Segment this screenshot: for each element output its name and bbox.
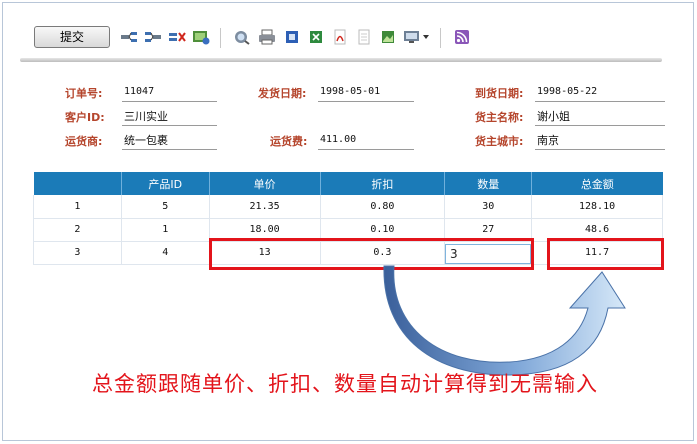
unit-price-cell[interactable]: 21.35 <box>209 195 321 219</box>
order-no-value: 11047 <box>124 86 155 97</box>
toolbar-separator <box>220 28 221 48</box>
excel-export-icon[interactable] <box>307 28 325 46</box>
header-product-id: 产品ID <box>121 172 210 195</box>
customer-id-label: 客户ID: <box>65 111 105 124</box>
arrive-date-label: 到货日期: <box>475 87 524 100</box>
product-id-cell[interactable]: 1 <box>121 218 210 242</box>
insert-row-icon[interactable] <box>144 28 162 46</box>
rss-icon[interactable] <box>453 28 471 46</box>
ship-date-value: 1998-05-01 <box>320 86 381 97</box>
freight-value[interactable]: 411.00 <box>320 134 356 145</box>
owner-name-label: 货主名称: <box>475 111 524 124</box>
toolbar-divider <box>20 58 662 62</box>
quantity-cell[interactable]: 30 <box>444 195 533 219</box>
owner-city-value[interactable]: 南京 <box>537 132 559 148</box>
customer-id-value[interactable]: 三川实业 <box>124 108 168 124</box>
submit-button[interactable]: 提交 <box>34 26 110 48</box>
toolbar: 提交 <box>20 22 660 54</box>
product-id-cell[interactable]: 5 <box>121 195 210 219</box>
arrive-date-underline <box>535 101 665 102</box>
ship-date-underline <box>318 101 414 102</box>
image-icon[interactable] <box>192 28 210 46</box>
shipper-value[interactable]: 统一包裹 <box>124 132 168 148</box>
shipper-underline <box>122 149 217 150</box>
shipper-label: 运货商: <box>65 135 103 148</box>
product-id-cell[interactable]: 4 <box>121 241 210 265</box>
owner-name-value[interactable]: 谢小姐 <box>537 108 570 124</box>
freight-underline <box>318 149 414 150</box>
email-export-icon[interactable] <box>403 28 431 46</box>
table-header-row: 产品ID 单价 折扣 数量 总金额 <box>33 172 663 195</box>
preview-icon[interactable] <box>233 28 251 46</box>
picture-export-icon[interactable] <box>379 28 397 46</box>
owner-city-underline <box>535 149 665 150</box>
table-row: 1 5 21.35 0.80 30 128.10 <box>33 195 663 219</box>
header-row-no <box>33 172 122 195</box>
owner-city-label: 货主城市: <box>475 135 524 148</box>
ship-date-label: 发货日期: <box>258 87 307 100</box>
delete-row-icon[interactable] <box>168 28 186 46</box>
customer-id-underline <box>122 125 217 126</box>
row-no-cell: 1 <box>33 195 122 219</box>
header-total: 总金额 <box>531 172 663 195</box>
discount-cell[interactable]: 0.80 <box>320 195 446 219</box>
order-no-label: 订单号: <box>65 87 103 100</box>
header-discount: 折扣 <box>320 172 446 195</box>
word-export-icon[interactable] <box>283 28 301 46</box>
header-quantity: 数量 <box>444 172 533 195</box>
owner-name-underline <box>535 125 665 126</box>
print-icon[interactable] <box>258 28 276 46</box>
text-export-icon[interactable] <box>355 28 373 46</box>
arrive-date-value: 1998-05-22 <box>537 86 598 97</box>
curved-arrow-icon <box>383 265 626 376</box>
pdf-export-icon[interactable] <box>331 28 349 46</box>
toolbar-separator <box>440 28 441 48</box>
order-no-underline <box>122 101 217 102</box>
add-row-icon[interactable] <box>120 28 138 46</box>
total-cell: 128.10 <box>531 195 663 219</box>
annotation-caption: 总金额跟随单价、折扣、数量自动计算得到无需输入 <box>92 372 598 396</box>
freight-label: 运货费: <box>270 135 308 148</box>
row-no-cell: 3 <box>33 241 122 265</box>
row-no-cell: 2 <box>33 218 122 242</box>
header-unit-price: 单价 <box>209 172 321 195</box>
